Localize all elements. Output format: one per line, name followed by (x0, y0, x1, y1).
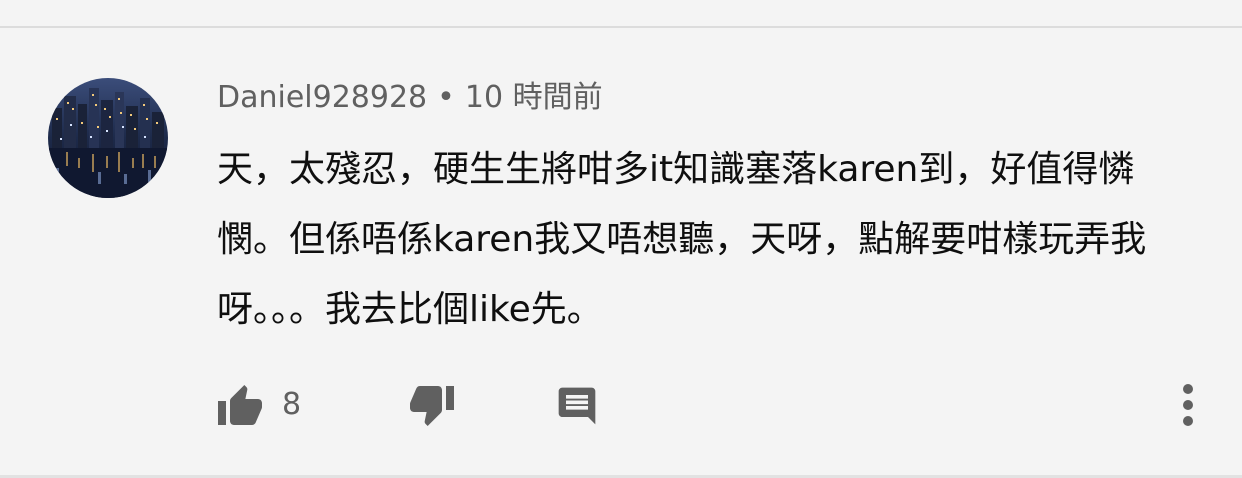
comment-timestamp[interactable]: 10 時間前 (465, 80, 603, 115)
comment-text: 天，太殘忍，硬生生將咁多it知識塞落karen到，好值得憐憫。但係唔係karen… (217, 149, 1147, 330)
comment-header: Daniel928928 • 10 時間前 (217, 78, 603, 118)
thumb-down-icon (410, 386, 454, 426)
comment-item: Daniel928928 • 10 時間前 天，太殘忍，硬生生將咁多it知識塞落ka… (0, 28, 1242, 474)
comment-actions: 8 (0, 373, 1242, 437)
reply-button[interactable] (550, 379, 604, 433)
meta-separator: • (437, 80, 455, 115)
comment-author[interactable]: Daniel928928 (217, 80, 427, 115)
more-vert-icon (1183, 384, 1193, 426)
like-count: 8 (282, 387, 302, 422)
dislike-button[interactable] (404, 379, 460, 435)
thumb-up-icon (218, 385, 262, 425)
avatar-image (48, 78, 168, 198)
more-options-button[interactable] (1164, 373, 1212, 437)
comment-icon (558, 387, 596, 425)
like-button[interactable] (212, 379, 268, 431)
avatar[interactable] (48, 78, 168, 198)
